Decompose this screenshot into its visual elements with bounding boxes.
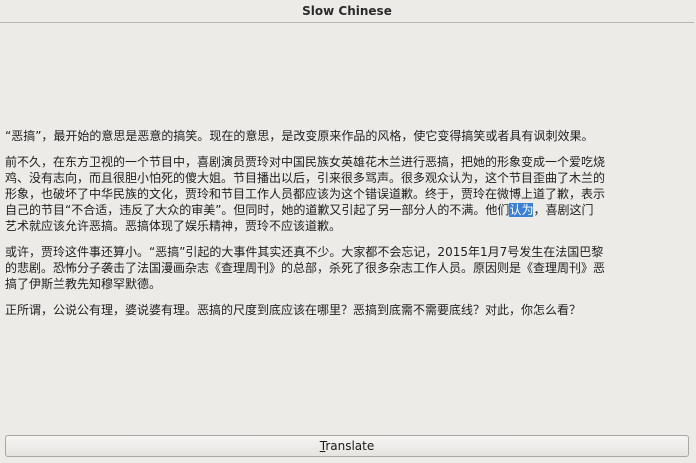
translate-button[interactable]: Translate xyxy=(5,435,689,457)
translate-button-label: ranslate xyxy=(325,439,375,453)
article-text[interactable]: “恶搞”，最开始的意思是恶意的搞笑。现在的意思，是改变原来作品的风格，使它变得搞… xyxy=(5,128,605,328)
app-window: Slow Chinese “恶搞”，最开始的意思是恶意的搞笑。现在的意思，是改变… xyxy=(0,0,696,463)
paragraph-4: 正所谓，公说公有理，婆说婆有理。恶搞的尺度到底应该在哪里？恶搞到底需不需要底线？… xyxy=(5,303,582,317)
paragraph-3: 或许，贾玲这件事还算小。“恶搞”引起的大事件其实还真不少。大家都不会忘记，201… xyxy=(5,245,606,291)
selected-text[interactable]: 认为 xyxy=(509,203,534,217)
paragraph-2: 前不久，在东方卫视的一个节目中，喜剧演员贾玲对中国民族女英雄花木兰进行恶搞，把她… xyxy=(5,154,605,234)
window-title: Slow Chinese xyxy=(0,0,694,23)
paragraph-1: “恶搞”，最开始的意思是恶意的搞笑。现在的意思，是改变原来作品的风格，使它变得搞… xyxy=(5,129,594,143)
